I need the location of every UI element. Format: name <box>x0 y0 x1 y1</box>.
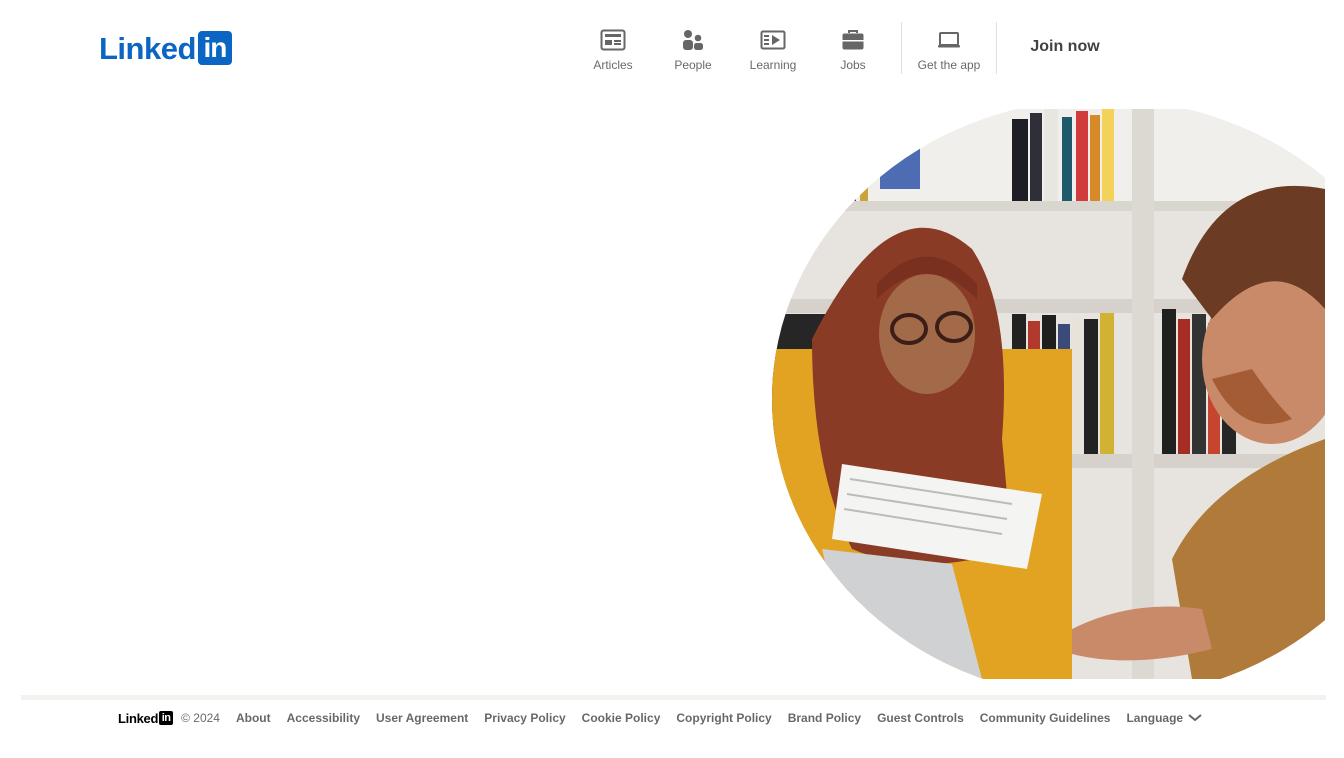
language-selector[interactable]: Language <box>1126 711 1202 725</box>
footer: Linked in © 2024 About Accessibility Use… <box>118 708 1202 728</box>
footer-link-brand-policy[interactable]: Brand Policy <box>788 711 861 725</box>
footer-logo[interactable]: Linked in <box>118 710 174 726</box>
logo-in-box: in <box>197 31 232 65</box>
nav-people[interactable]: People <box>653 28 733 72</box>
footer-link-user-agreement[interactable]: User Agreement <box>376 711 468 725</box>
footer-copyright: © 2024 <box>181 711 220 725</box>
nav-divider <box>901 22 902 74</box>
hero-image <box>772 109 1325 679</box>
language-label: Language <box>1126 711 1184 725</box>
join-now-button[interactable]: Join now <box>1017 30 1113 64</box>
nav-get-the-app[interactable]: Get the app <box>909 28 989 72</box>
footer-link-community-guidelines[interactable]: Community Guidelines <box>980 711 1111 725</box>
nav-articles-label: Articles <box>593 58 633 72</box>
footer-link-privacy-policy[interactable]: Privacy Policy <box>484 711 565 725</box>
footer-link-guest-controls[interactable]: Guest Controls <box>877 711 964 725</box>
footer-link-cookie-policy[interactable]: Cookie Policy <box>582 711 661 725</box>
footer-link-about[interactable]: About <box>236 711 271 725</box>
people-icon <box>680 28 706 52</box>
nav-divider <box>996 22 997 74</box>
jobs-icon <box>840 28 866 52</box>
nav-jobs-label: Jobs <box>840 58 866 72</box>
linkedin-logo[interactable]: Linked in <box>99 30 232 66</box>
chevron-down-icon <box>1188 714 1202 722</box>
articles-icon <box>600 28 626 52</box>
nav-learning[interactable]: Learning <box>733 28 813 72</box>
laptop-icon <box>936 28 962 52</box>
footer-logo-in-box: in <box>159 711 174 725</box>
footer-divider <box>21 695 1326 700</box>
learning-icon <box>760 28 786 52</box>
footer-link-accessibility[interactable]: Accessibility <box>287 711 360 725</box>
footer-link-copyright-policy[interactable]: Copyright Policy <box>676 711 771 725</box>
nav-get-the-app-label: Get the app <box>917 58 981 72</box>
nav-articles[interactable]: Articles <box>573 28 653 72</box>
nav-learning-label: Learning <box>749 58 797 72</box>
nav-people-label: People <box>674 58 712 72</box>
logo-wordmark: Linked <box>99 30 196 66</box>
nav-jobs[interactable]: Jobs <box>813 28 893 72</box>
footer-logo-wordmark: Linked <box>118 710 159 726</box>
